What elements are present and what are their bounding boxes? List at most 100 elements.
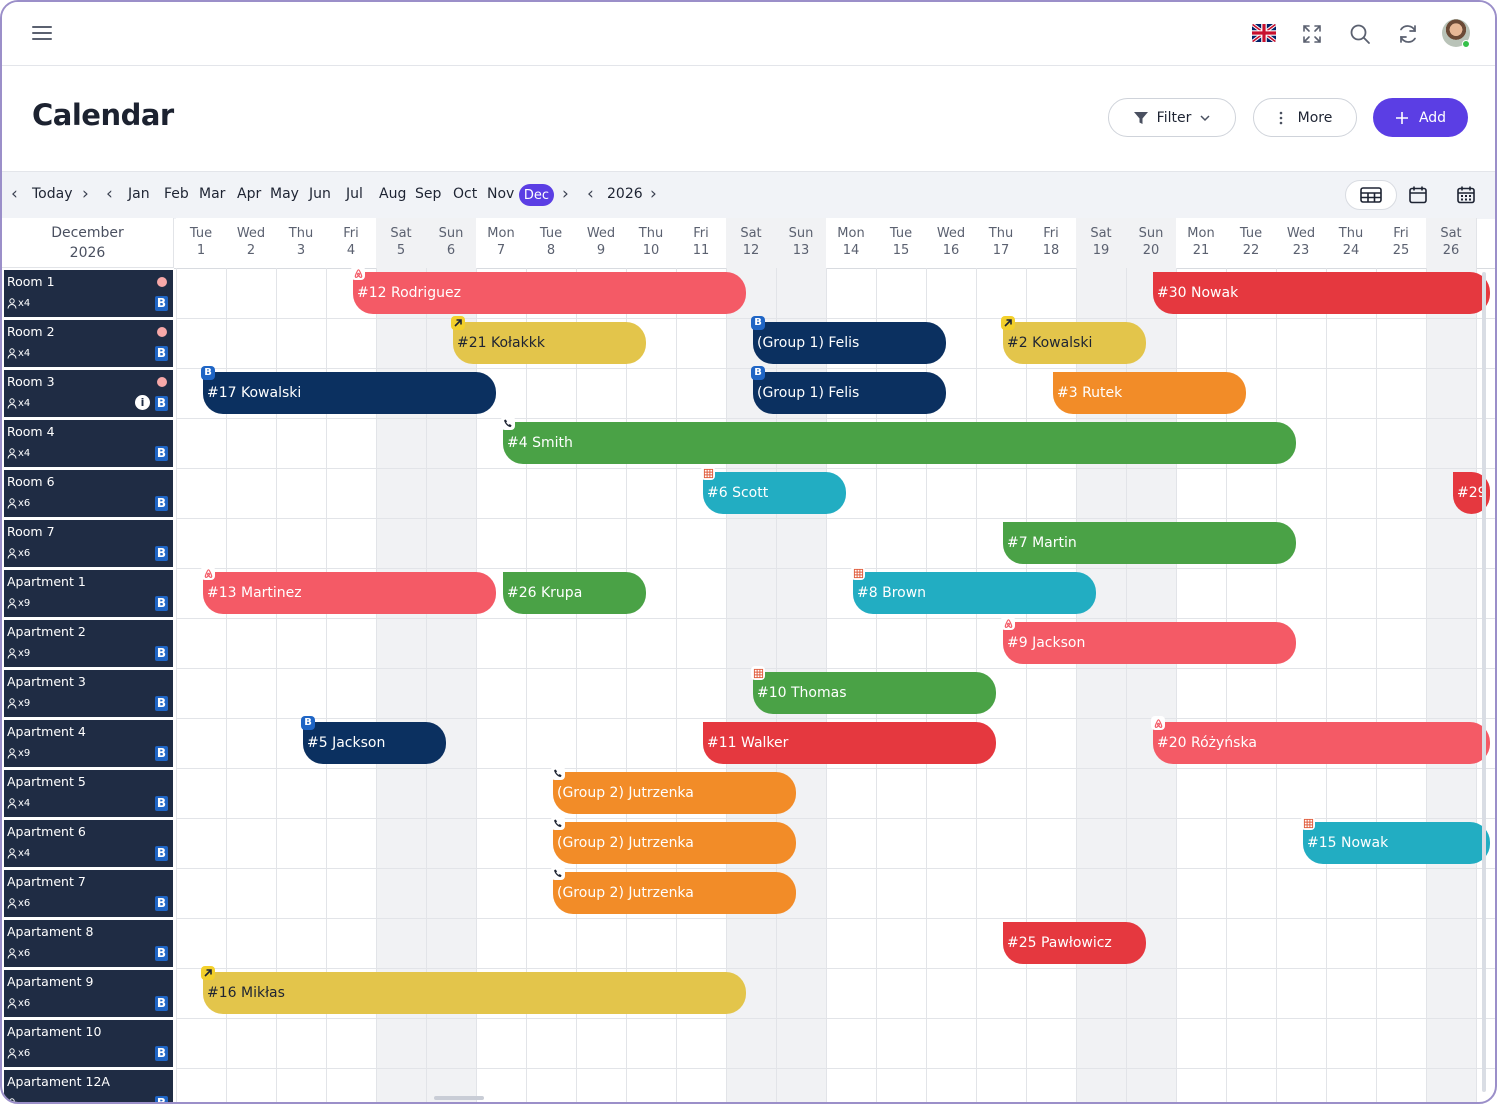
search-icon[interactable]: [1346, 20, 1374, 48]
timeline-view-button[interactable]: [1345, 180, 1397, 210]
room-row-header[interactable]: Apartment 3 x9 B: [4, 670, 173, 717]
booking-bar[interactable]: #3 Rutek: [1053, 372, 1246, 414]
month-oct[interactable]: Oct: [453, 186, 477, 202]
year-label[interactable]: 2026: [607, 186, 643, 202]
day-header[interactable]: Sun 20: [1126, 218, 1176, 268]
more-button[interactable]: More: [1253, 98, 1357, 137]
day-header[interactable]: Fri 4: [326, 218, 376, 268]
day-header[interactable]: Wed 23: [1276, 218, 1326, 268]
day-header[interactable]: Sun 6: [426, 218, 476, 268]
filter-button[interactable]: Filter: [1108, 98, 1236, 137]
day-header[interactable]: Fri 11: [676, 218, 726, 268]
day-header[interactable]: Tue 1: [176, 218, 226, 268]
month-feb[interactable]: Feb: [164, 186, 189, 202]
booking-bar[interactable]: #30 Nowak: [1153, 272, 1490, 314]
room-row-header[interactable]: Apartament 12A B: [4, 1070, 173, 1102]
booking-bar[interactable]: #4 Smith: [503, 422, 1296, 464]
month-may[interactable]: May: [270, 186, 299, 202]
booking-bar[interactable]: #25 Pawłowicz: [1003, 922, 1146, 964]
month-view-button[interactable]: [1403, 180, 1433, 210]
prev-day-arrow-icon[interactable]: ‹: [11, 184, 18, 204]
room-row-header[interactable]: Room 6 x6 B: [4, 470, 173, 517]
day-header[interactable]: Tue 22: [1226, 218, 1276, 268]
day-header[interactable]: Thu 3: [276, 218, 326, 268]
info-icon[interactable]: i: [135, 395, 150, 410]
room-row-header[interactable]: Apartament 10 x6 B: [4, 1020, 173, 1067]
horizontal-scrollbar[interactable]: [434, 1096, 484, 1100]
booking-bar[interactable]: #16 Mikłas: [203, 972, 746, 1014]
booking-bar[interactable]: #15 Nowak: [1303, 822, 1490, 864]
month-nov[interactable]: Nov: [487, 186, 514, 202]
booking-bar[interactable]: #10 Thomas: [753, 672, 996, 714]
next-day-arrow-icon[interactable]: ›: [82, 184, 89, 204]
room-row-header[interactable]: Room 1 x4 B: [4, 270, 173, 317]
booking-bar[interactable]: #20 Różyńska: [1153, 722, 1490, 764]
month-mar[interactable]: Mar: [199, 186, 225, 202]
booking-bar[interactable]: #21 Kołakkk: [453, 322, 646, 364]
room-row-header[interactable]: Apartment 5 x4 B: [4, 770, 173, 817]
booking-bar[interactable]: #17 Kowalski: [203, 372, 496, 414]
day-header[interactable]: Fri 25: [1376, 218, 1426, 268]
room-row-header[interactable]: Apartment 1 x9 B: [4, 570, 173, 617]
room-row-header[interactable]: Room 3 x4 Bi: [4, 370, 173, 417]
booking-bar[interactable]: #11 Walker: [703, 722, 996, 764]
room-row-header[interactable]: Apartment 4 x9 B: [4, 720, 173, 767]
room-row-header[interactable]: Room 4 x4 B: [4, 420, 173, 467]
month-jun[interactable]: Jun: [309, 186, 331, 202]
room-row-header[interactable]: Room 2 x4 B: [4, 320, 173, 367]
day-header[interactable]: Mon 7: [476, 218, 526, 268]
booking-bar[interactable]: #9 Jackson: [1003, 622, 1296, 664]
booking-bar[interactable]: #12 Rodriguez: [353, 272, 746, 314]
room-row-header[interactable]: Apartment 7 x6 B: [4, 870, 173, 917]
next-month-arrow-icon[interactable]: ›: [562, 184, 569, 204]
calendar-grid-view-button[interactable]: [1451, 180, 1481, 210]
today-button[interactable]: Today: [32, 186, 73, 202]
booking-bar[interactable]: #5 Jackson: [303, 722, 446, 764]
booking-bar[interactable]: (Group 2) Jutrzenka: [553, 822, 796, 864]
refresh-icon[interactable]: [1394, 20, 1422, 48]
booking-bar[interactable]: #6 Scott: [703, 472, 846, 514]
day-header[interactable]: Fri 18: [1026, 218, 1076, 268]
prev-month-arrow-icon[interactable]: ‹: [106, 184, 113, 204]
booking-bar[interactable]: (Group 1) Felis: [753, 322, 946, 364]
room-row-header[interactable]: Apartment 2 x9 B: [4, 620, 173, 667]
next-year-arrow-icon[interactable]: ›: [650, 184, 657, 204]
booking-bar[interactable]: (Group 1) Felis: [753, 372, 946, 414]
booking-bar[interactable]: (Group 2) Jutrzenka: [553, 872, 796, 914]
room-row-header[interactable]: Apartament 9 x6 B: [4, 970, 173, 1017]
day-header[interactable]: Sat 26: [1426, 218, 1476, 268]
day-header[interactable]: Sat 5: [376, 218, 426, 268]
room-row-header[interactable]: Apartament 8 x6 B: [4, 920, 173, 967]
booking-bar[interactable]: #26 Krupa: [503, 572, 646, 614]
vertical-scrollbar[interactable]: [1482, 272, 1486, 1092]
booking-bar[interactable]: #13 Martinez: [203, 572, 496, 614]
day-header[interactable]: Wed 2: [226, 218, 276, 268]
day-header[interactable]: Mon 14: [826, 218, 876, 268]
month-aug[interactable]: Aug: [379, 186, 406, 202]
room-row-header[interactable]: Room 7 x6 B: [4, 520, 173, 567]
day-header[interactable]: Thu 10: [626, 218, 676, 268]
day-header[interactable]: Sat 12: [726, 218, 776, 268]
prev-year-arrow-icon[interactable]: ‹: [587, 184, 594, 204]
month-sep[interactable]: Sep: [415, 186, 441, 202]
day-header[interactable]: Thu 17: [976, 218, 1026, 268]
booking-bar[interactable]: #7 Martin: [1003, 522, 1296, 564]
month-dec-active[interactable]: Dec: [519, 184, 554, 206]
booking-bar[interactable]: #8 Brown: [853, 572, 1096, 614]
fullscreen-icon[interactable]: [1298, 20, 1326, 48]
month-jan[interactable]: Jan: [128, 186, 150, 202]
day-header[interactable]: Tue 8: [526, 218, 576, 268]
day-header[interactable]: Tue 15: [876, 218, 926, 268]
booking-bar[interactable]: (Group 2) Jutrzenka: [553, 772, 796, 814]
uk-flag-icon[interactable]: [1252, 24, 1276, 42]
menu-icon[interactable]: [32, 26, 52, 42]
day-header[interactable]: Sun 13: [776, 218, 826, 268]
day-header[interactable]: Thu 24: [1326, 218, 1376, 268]
day-header[interactable]: Sat 19: [1076, 218, 1126, 268]
add-button[interactable]: Add: [1373, 98, 1468, 137]
month-jul[interactable]: Jul: [346, 186, 363, 202]
booking-bar[interactable]: #2 Kowalski: [1003, 322, 1146, 364]
month-apr[interactable]: Apr: [237, 186, 261, 202]
day-header[interactable]: Wed 9: [576, 218, 626, 268]
day-header[interactable]: Mon 21: [1176, 218, 1226, 268]
